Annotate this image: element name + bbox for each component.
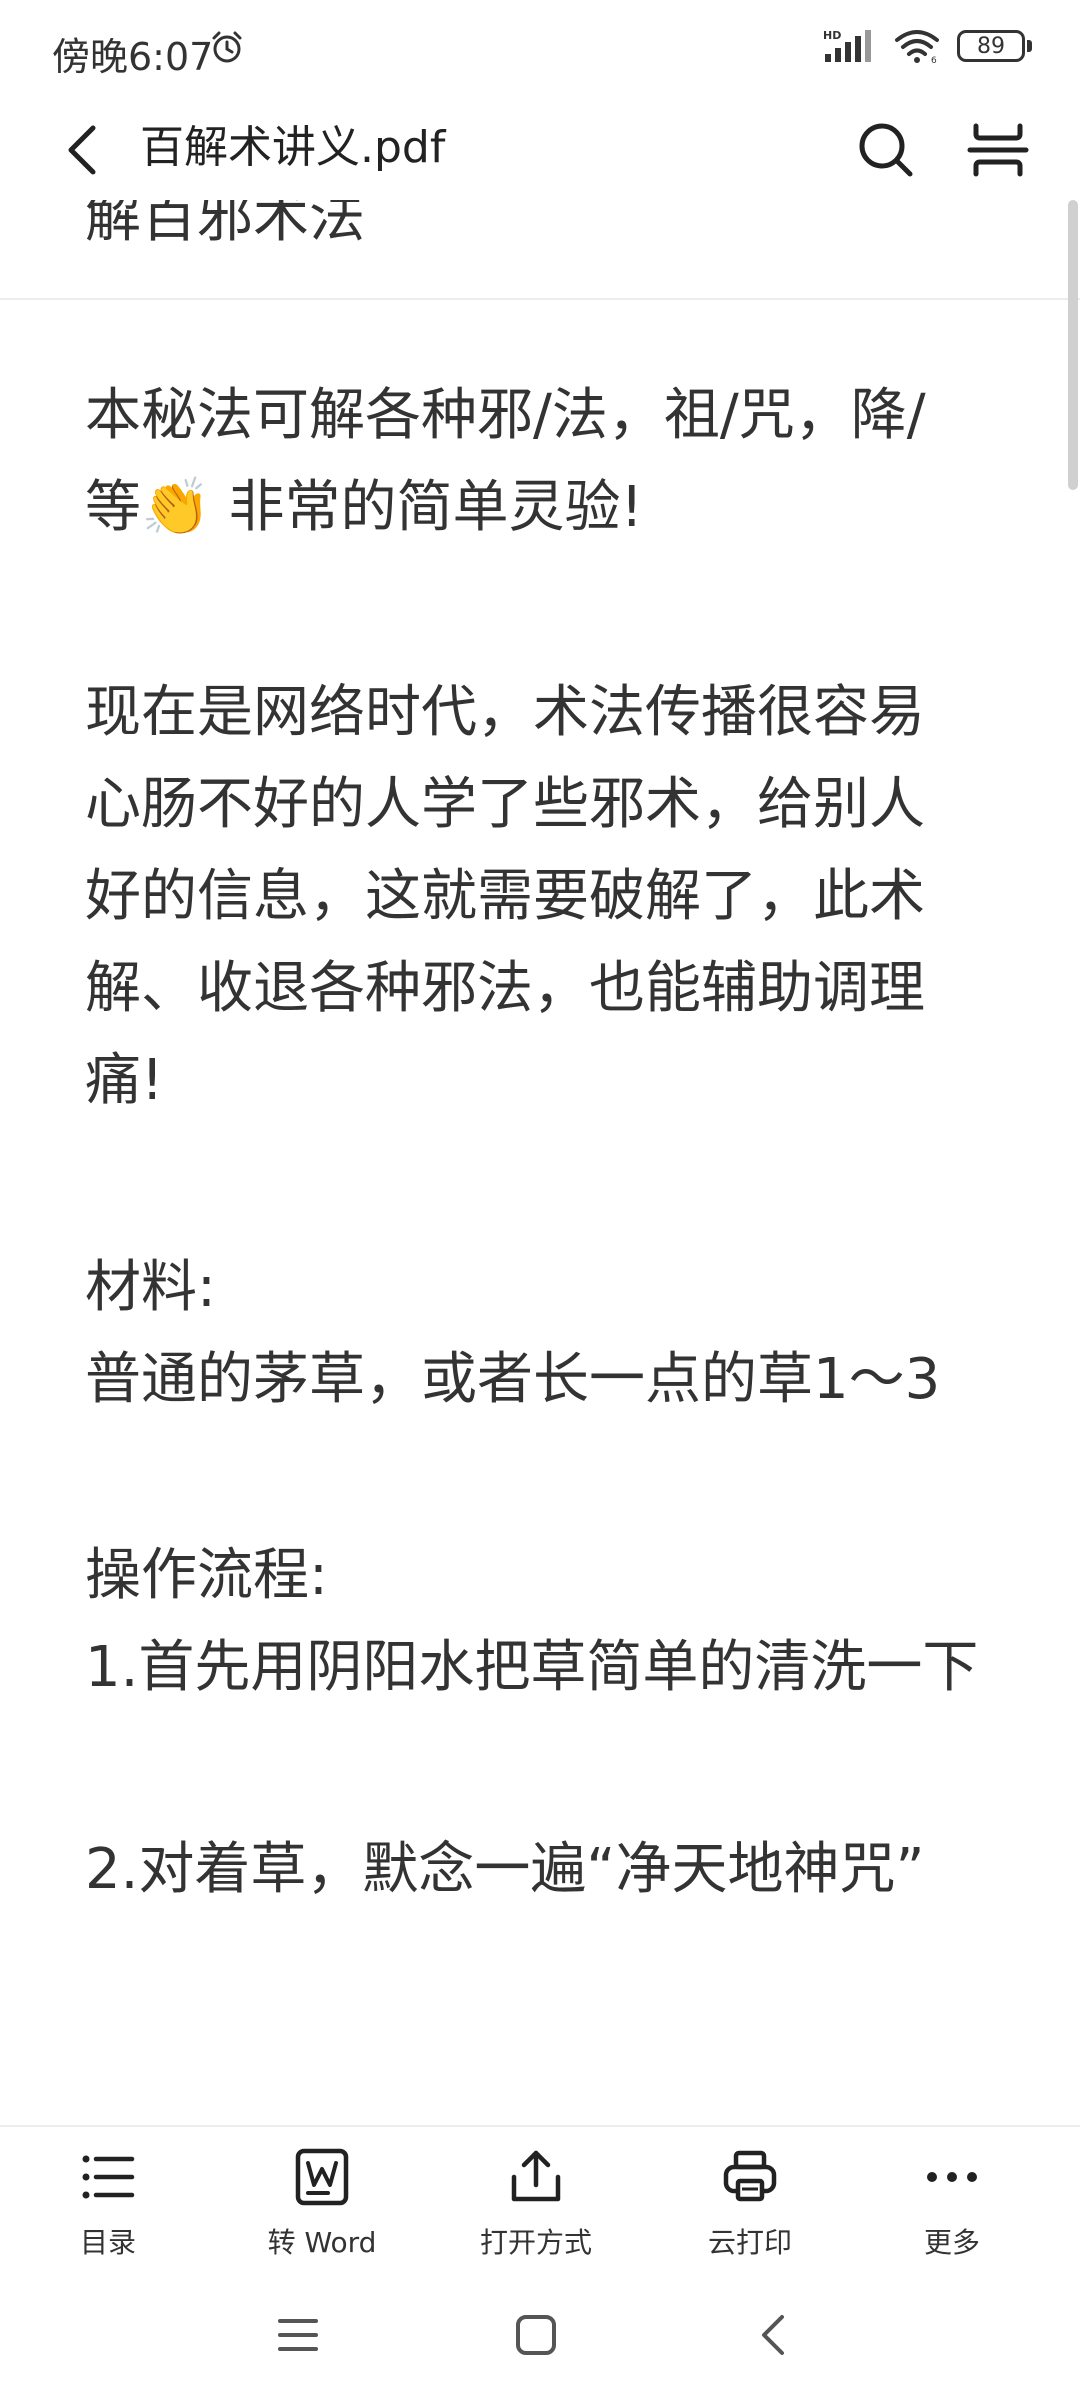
more-label: 更多 bbox=[923, 2226, 980, 2259]
doc-line: 心肠不好的人学了些邪术，给别人 bbox=[85, 772, 925, 837]
doc-line: 材料: bbox=[85, 1255, 216, 1320]
back-arrow-icon[interactable] bbox=[55, 118, 119, 182]
toc-button[interactable]: 目录 bbox=[8, 2147, 208, 2267]
system-nav-bar bbox=[0, 2275, 1080, 2400]
doc-line: 2.对着草，默念一遍“净天地神咒” bbox=[85, 1837, 925, 1902]
open-with-label: 打开方式 bbox=[479, 2226, 592, 2259]
status-bar: 傍晚6:07 HD 6 89 bbox=[0, 0, 1080, 100]
wifi-icon: 6 bbox=[895, 30, 939, 64]
doc-line: 本秘法可解各种邪/法，祖/咒，降/ bbox=[85, 383, 926, 448]
doc-line: 1.首先用阴阳水把草简单的清洗一下 bbox=[85, 1635, 979, 1700]
scrollbar[interactable] bbox=[1068, 200, 1078, 490]
doc-line: 痛! bbox=[85, 1048, 164, 1113]
more-dots-icon bbox=[927, 2172, 977, 2182]
doc-line: 好的信息，这就需要破解了，此术 bbox=[85, 864, 925, 929]
open-with-button[interactable]: 打开方式 bbox=[436, 2147, 636, 2267]
status-indicators: HD 6 89 bbox=[823, 28, 1032, 64]
menu-icon[interactable] bbox=[268, 2305, 328, 2365]
convert-word-button[interactable]: 转 Word bbox=[222, 2147, 422, 2267]
cloud-print-label: 云打印 bbox=[707, 2226, 792, 2259]
svg-text:6: 6 bbox=[931, 56, 937, 64]
list-icon bbox=[82, 2155, 135, 2199]
printer-icon bbox=[723, 2150, 777, 2202]
hd-signal-icon: HD bbox=[823, 29, 871, 62]
bottom-toolbar: 目录 转 Word 打开方式 云打印 更多 bbox=[0, 2125, 1080, 2277]
battery-indicator: 89 bbox=[957, 30, 1032, 62]
doc-line: 操作流程: bbox=[85, 1543, 328, 1608]
word-label: 转 Word bbox=[267, 2226, 377, 2259]
cloud-print-button[interactable]: 云打印 bbox=[650, 2147, 850, 2267]
doc-line: 现在是网络时代，术法传播很容易 bbox=[85, 680, 925, 745]
more-button[interactable]: 更多 bbox=[852, 2147, 1052, 2267]
back-nav-icon[interactable] bbox=[744, 2305, 804, 2365]
toc-label: 目录 bbox=[79, 2226, 136, 2259]
status-time: 傍晚6:07 bbox=[52, 35, 214, 79]
word-icon bbox=[295, 2148, 349, 2206]
home-square-icon[interactable] bbox=[506, 2305, 566, 2365]
share-icon bbox=[511, 2150, 561, 2202]
doc-line: 等👏 非常的简单灵验! bbox=[85, 475, 643, 540]
doc-line: 普通的茅草，或者长一点的草1～3 bbox=[85, 1347, 941, 1412]
doc-heading: 解百邪术法 bbox=[85, 200, 365, 250]
alarm-icon bbox=[212, 31, 242, 63]
doc-line: 解、收退各种邪法，也能辅助调理 bbox=[85, 956, 925, 1021]
page-title: 百解术讲义.pdf bbox=[140, 122, 446, 173]
svg-text:HD: HD bbox=[823, 29, 841, 42]
title-bar: 百解术讲义.pdf bbox=[0, 100, 1080, 300]
search-icon[interactable] bbox=[850, 114, 922, 186]
battery-level: 89 bbox=[957, 30, 1025, 62]
scan-icon[interactable] bbox=[962, 114, 1034, 186]
pdf-viewer[interactable]: 解百邪术法 本秘法可解各种邪/法，祖/咒，降/ 等👏 非常的简单灵验! 现在是网… bbox=[0, 200, 1080, 2125]
battery-tip bbox=[1027, 40, 1032, 52]
